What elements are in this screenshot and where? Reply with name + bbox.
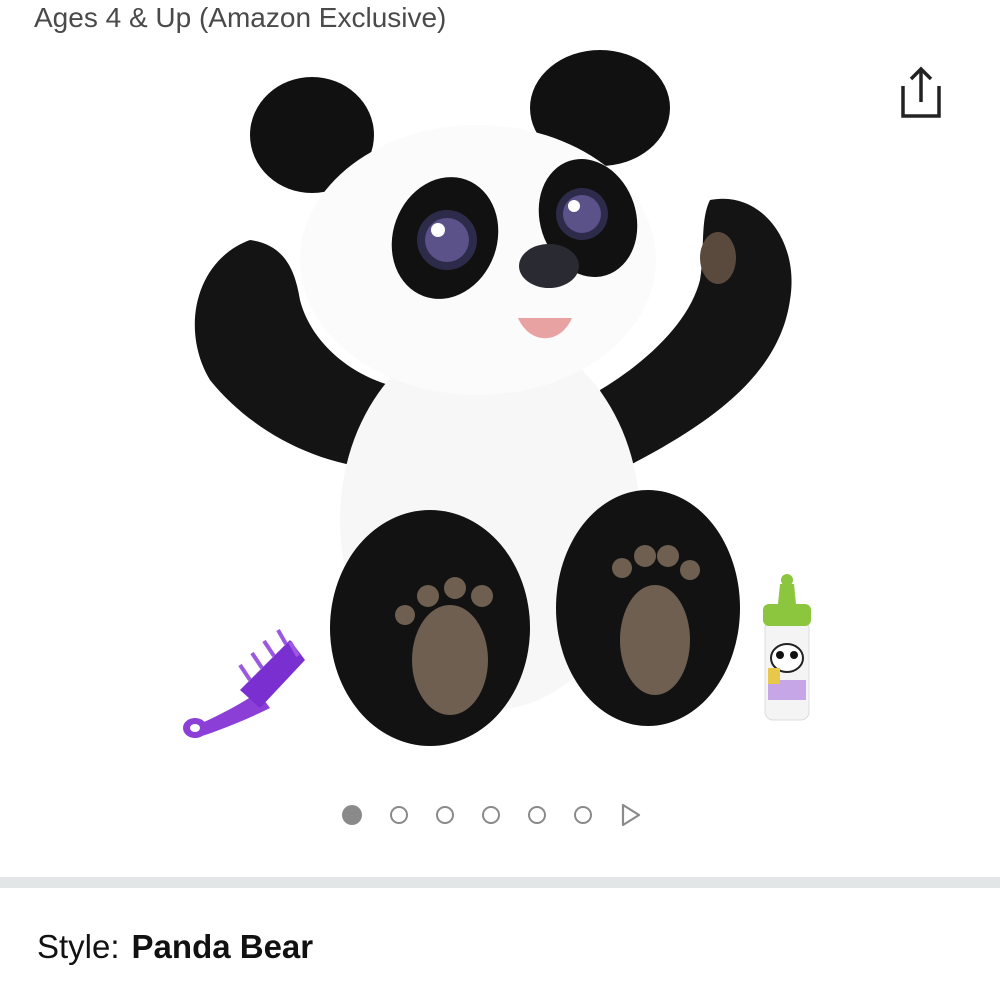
style-selector[interactable]: Style: Panda Bear (37, 928, 313, 966)
share-icon (901, 66, 941, 118)
carousel-dot[interactable] (482, 806, 500, 824)
product-page: Ages 4 & Up (Amazon Exclusive) Style: Pa… (0, 0, 1000, 1000)
style-value: Panda Bear (131, 928, 314, 965)
carousel-dot[interactable] (436, 806, 454, 824)
video-play-icon[interactable] (620, 803, 642, 827)
carousel-dot[interactable] (574, 806, 592, 824)
carousel-dot[interactable] (342, 805, 362, 825)
carousel-dot[interactable] (390, 806, 408, 824)
product-image[interactable] (170, 48, 830, 748)
carousel-dot[interactable] (528, 806, 546, 824)
section-divider (0, 877, 1000, 888)
product-title: Ages 4 & Up (Amazon Exclusive) (34, 2, 447, 33)
style-label: Style: (37, 928, 120, 965)
share-button[interactable] (895, 66, 947, 122)
image-carousel-indicator (342, 800, 642, 830)
